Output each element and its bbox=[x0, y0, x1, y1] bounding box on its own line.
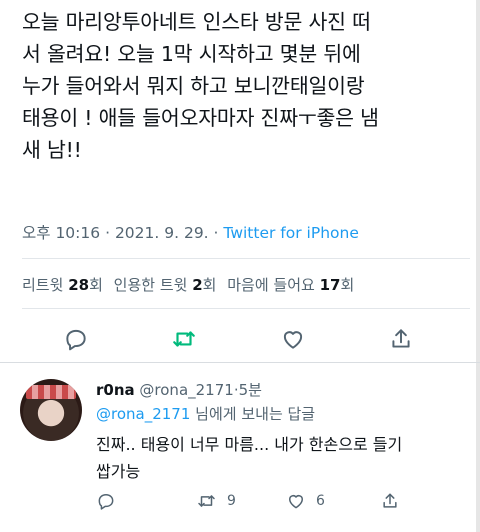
tweet-meta: 오후 10:16 · 2021. 9. 29. · Twitter for iP… bbox=[22, 221, 359, 243]
retweet-icon bbox=[173, 331, 195, 347]
reply-actions: 9 6 bbox=[96, 489, 466, 515]
reply-icon bbox=[66, 329, 86, 351]
meta-separator: · bbox=[213, 224, 219, 242]
retweets-count: 28 bbox=[68, 276, 90, 294]
divider bbox=[22, 258, 470, 259]
flower-crown-graphic bbox=[26, 385, 76, 399]
divider bbox=[0, 362, 480, 363]
tweet-time[interactable]: 오후 10:16 bbox=[22, 224, 100, 242]
quotes-count: 2 bbox=[192, 276, 203, 294]
reply-author-handle[interactable]: @rona_2171 bbox=[139, 381, 233, 399]
tweet-text: 오늘 마리앙투아네트 인스타 방문 사진 떠 서 올려요! 오늘 1막 시작하고… bbox=[22, 10, 379, 162]
tweet-actions bbox=[0, 320, 480, 356]
reply-time[interactable]: 5분 bbox=[239, 381, 262, 399]
like-button[interactable] bbox=[278, 324, 308, 354]
likes-stat[interactable]: 마음에 들어요 17회 bbox=[227, 276, 354, 294]
reply-author-name[interactable]: r0na bbox=[96, 381, 135, 399]
retweet-button[interactable] bbox=[169, 324, 199, 354]
likes-unit: 회 bbox=[340, 276, 355, 294]
retweets-stat[interactable]: 리트윗 28회 bbox=[22, 276, 108, 294]
reply-share-button[interactable] bbox=[380, 491, 400, 511]
heart-icon bbox=[283, 331, 303, 349]
reply-to-suffix: 님에게 보내는 답글 bbox=[195, 405, 316, 423]
reply-text: 진짜.. 태용이 너무 마름... 내가 한손으로 들기 쌉가능 bbox=[96, 435, 403, 481]
reply-to-mention[interactable]: @rona_2171 bbox=[96, 405, 190, 423]
tweet-source-link[interactable]: Twitter for iPhone bbox=[223, 224, 358, 242]
reply-icon bbox=[98, 494, 114, 510]
divider bbox=[22, 308, 470, 309]
quotes-label: 인용한 트윗 bbox=[113, 276, 188, 294]
replying-to: @rona_2171 님에게 보내는 답글 bbox=[96, 403, 315, 424]
meta-separator: · bbox=[105, 224, 110, 242]
quotes-unit: 회 bbox=[202, 276, 217, 294]
share-icon bbox=[392, 329, 410, 348]
retweets-label: 리트윗 bbox=[22, 276, 64, 294]
avatar[interactable] bbox=[20, 379, 82, 441]
share-button[interactable] bbox=[386, 324, 416, 354]
share-icon bbox=[383, 493, 397, 508]
reply-like-button[interactable]: 6 bbox=[286, 491, 325, 511]
reply-reply-button[interactable] bbox=[96, 491, 126, 511]
reply-like-count: 6 bbox=[316, 493, 325, 509]
reply-button[interactable] bbox=[61, 324, 91, 354]
retweets-unit: 회 bbox=[89, 276, 103, 294]
tweet-date[interactable]: 2021. 9. 29. bbox=[115, 224, 209, 242]
tweet-stats: 리트윗 28회 인용한 트윗 2회 마음에 들어요 17회 bbox=[22, 274, 360, 295]
reply-tweet[interactable]: r0na @rona_2171·5분 @rona_2171 님에게 보내는 답글… bbox=[0, 371, 480, 532]
heart-icon bbox=[289, 495, 303, 509]
reply-retweet-button[interactable]: 9 bbox=[196, 491, 236, 511]
reply-header: r0na @rona_2171·5분 bbox=[96, 379, 262, 400]
reply-retweet-count: 9 bbox=[227, 493, 236, 509]
quotes-stat[interactable]: 인용한 트윗 2회 bbox=[114, 276, 222, 294]
likes-label: 마음에 들어요 bbox=[227, 276, 315, 294]
likes-count: 17 bbox=[319, 276, 341, 294]
retweet-icon bbox=[198, 495, 215, 507]
